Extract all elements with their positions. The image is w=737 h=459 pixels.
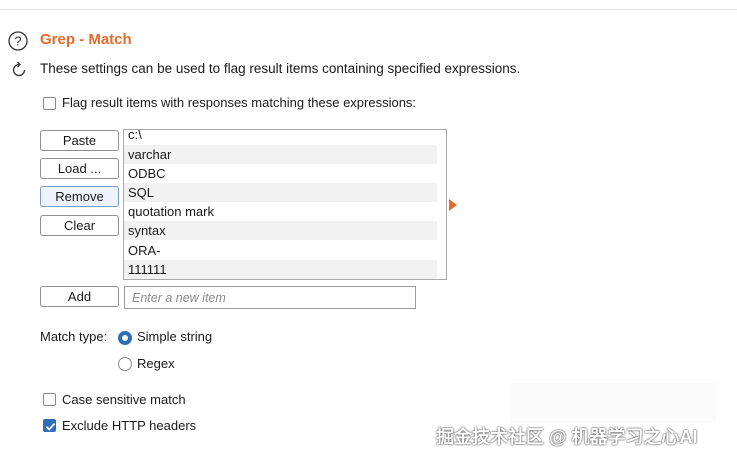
flag-results-checkbox[interactable] (43, 97, 56, 110)
svg-text:?: ? (14, 34, 21, 49)
refresh-icon[interactable] (9, 60, 29, 80)
remove-button[interactable]: Remove (40, 186, 119, 207)
clear-button[interactable]: Clear (40, 215, 119, 236)
list-item[interactable]: SQL (124, 183, 437, 202)
list-item[interactable]: varchar (124, 145, 437, 164)
section-description: These settings can be used to flag resul… (40, 61, 521, 76)
simple-string-label: Simple string (137, 329, 213, 344)
checkmark-icon (45, 422, 56, 431)
list-item[interactable]: ODBC (124, 164, 437, 183)
list-item[interactable]: quotation mark (124, 202, 437, 221)
flag-results-label: Flag result items with responses matchin… (62, 95, 417, 110)
section-title: Grep - Match (40, 31, 132, 48)
list-item[interactable]: 111111 (124, 260, 437, 279)
case-sensitive-label: Case sensitive match (62, 392, 186, 407)
add-button[interactable]: Add (40, 286, 119, 307)
help-icon[interactable]: ? (8, 31, 28, 51)
list-item[interactable]: syntax (124, 221, 437, 240)
case-sensitive-checkbox[interactable] (43, 393, 56, 406)
list-item[interactable]: ORA- (124, 241, 437, 260)
watermark-backdrop (510, 383, 716, 423)
expand-arrow-icon[interactable] (449, 199, 457, 211)
load-button[interactable]: Load ... (40, 158, 119, 179)
new-item-input[interactable] (124, 286, 416, 309)
regex-radio[interactable] (118, 357, 132, 371)
exclude-headers-label: Exclude HTTP headers (62, 418, 197, 433)
regex-label: Regex (137, 356, 175, 371)
top-divider (0, 9, 737, 10)
match-type-label: Match type: (40, 329, 108, 344)
exclude-headers-checkbox[interactable] (43, 419, 56, 432)
list-item[interactable]: c:\ (124, 130, 437, 144)
expressions-list[interactable]: c:\ varchar ODBC SQL quotation mark synt… (123, 129, 447, 280)
watermark: 掘金技术社区 @ 机器学习之心AI (436, 427, 698, 447)
paste-button[interactable]: Paste (40, 130, 119, 151)
simple-string-radio[interactable] (118, 331, 132, 345)
